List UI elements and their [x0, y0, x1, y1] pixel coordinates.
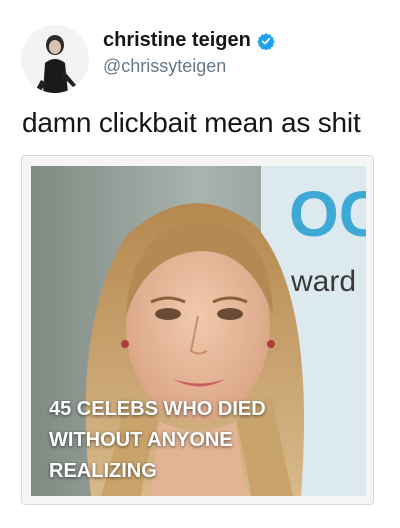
- headline-line-1: 45 CELEBS WHO DIED: [49, 398, 266, 420]
- avatar[interactable]: [21, 25, 89, 93]
- backdrop-text-top: OC: [289, 178, 366, 250]
- display-name-text[interactable]: christine teigen: [103, 29, 251, 52]
- verified-badge-icon: [257, 32, 275, 50]
- avatar-photo: [21, 25, 89, 93]
- link-card[interactable]: OC ward 45 CELEBS WHO DIED WITHOUT ANYON…: [21, 155, 374, 505]
- card-headline[interactable]: 45 CELEBS WHO DIED WITHOUT ANYONE REALIZ…: [49, 394, 349, 487]
- backdrop-text-bottom: ward: [290, 265, 356, 298]
- headline-line-3: REALIZING: [49, 460, 157, 482]
- headline-line-2: WITHOUT ANYONE: [49, 429, 233, 451]
- tweet-text: damn clickbait mean as shit: [22, 107, 361, 138]
- display-name[interactable]: christine teigen: [103, 29, 275, 52]
- card-image[interactable]: OC ward 45 CELEBS WHO DIED WITHOUT ANYON…: [31, 166, 366, 496]
- user-handle[interactable]: @chrissyteigen: [103, 56, 226, 77]
